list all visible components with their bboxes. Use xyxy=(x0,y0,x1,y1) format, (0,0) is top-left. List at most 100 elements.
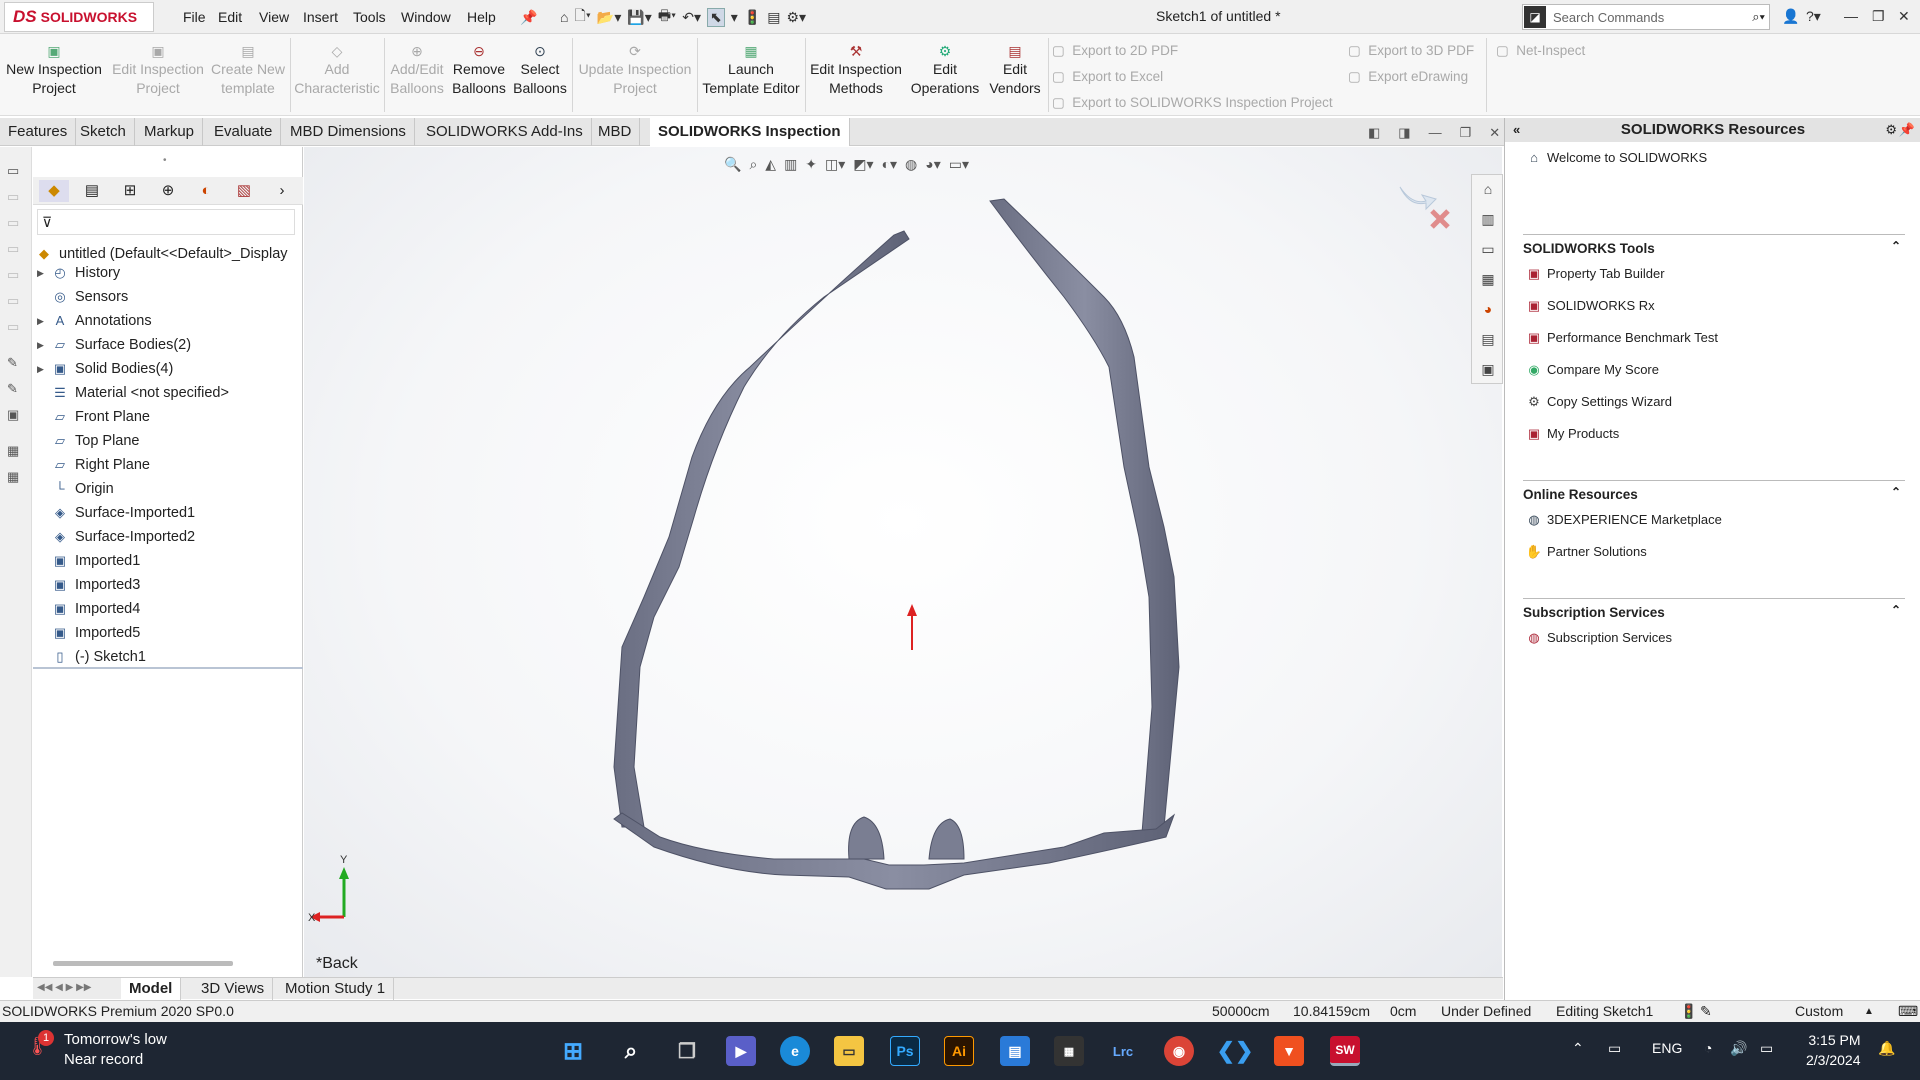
add-characteristic-button[interactable]: ◇ Add Characteristic xyxy=(294,42,380,98)
menu-file[interactable]: File xyxy=(183,9,206,25)
wifi-icon[interactable]: ◔ xyxy=(1704,1040,1712,1056)
show-hidden-icons-chevron-icon[interactable]: ⌃ xyxy=(1572,1040,1584,1057)
edit-sketch-icon[interactable]: ✎ xyxy=(7,355,25,371)
tab-scroll-arrows-icon[interactable]: ◀◀ ◀ ▶ ▶▶ xyxy=(37,982,91,993)
display-icon[interactable]: ▣ xyxy=(7,407,25,423)
tab-mbd-dimensions[interactable]: MBD Dimensions xyxy=(282,118,415,146)
add-edit-balloons-button[interactable]: ⊕ Add/Edit Balloons xyxy=(388,42,446,98)
calendar-app-icon[interactable]: ▦ xyxy=(1054,1036,1084,1066)
glasses-model[interactable] xyxy=(304,147,1502,977)
expand-arrow-icon[interactable]: ▶ xyxy=(37,310,49,332)
user-icon[interactable]: 👤 xyxy=(1782,8,1799,25)
menu-insert[interactable]: Insert xyxy=(303,9,338,25)
welcome-link[interactable]: ⌂ Welcome to SOLIDWORKS xyxy=(1525,148,1707,168)
online-3dexperience-marketplace[interactable]: ◍ 3DEXPERIENCE Marketplace xyxy=(1525,510,1722,530)
edge-browser-icon[interactable]: e xyxy=(780,1036,810,1066)
volume-icon[interactable]: 🔊 xyxy=(1730,1040,1747,1057)
expand-arrow-icon[interactable]: ▶ xyxy=(37,334,49,356)
menu-window[interactable]: Window xyxy=(401,9,451,25)
tab-motion-study-1[interactable]: Motion Study 1 xyxy=(277,978,395,1000)
illustrator-icon[interactable]: Ai xyxy=(944,1036,974,1066)
select-icon[interactable]: ⬉ xyxy=(707,7,725,27)
file-properties-icon[interactable]: ▤ xyxy=(767,9,780,26)
viewport-restore-icon[interactable]: ❐ xyxy=(1460,125,1472,141)
configuration-tab-icon[interactable]: ⊞ xyxy=(115,180,145,202)
lightroom-classic-icon[interactable]: Lrc xyxy=(1108,1036,1138,1066)
tab-solidworks-inspection[interactable]: SOLIDWORKS Inspection xyxy=(650,118,850,146)
notifications-bell-icon[interactable]: 🔔 xyxy=(1878,1040,1895,1057)
horizontal-scrollbar[interactable] xyxy=(53,961,233,966)
edit-vendors-button[interactable]: ▤ Edit Vendors xyxy=(984,42,1046,98)
tool-solidworks-rx[interactable]: ▣ SOLIDWORKS Rx xyxy=(1525,296,1655,316)
menu-view[interactable]: View xyxy=(259,9,289,25)
search-input[interactable]: Search Commands xyxy=(1553,10,1752,25)
minimize-icon[interactable]: — xyxy=(1844,8,1858,24)
tab-3d-views[interactable]: 3D Views xyxy=(193,978,274,1000)
graphics-area[interactable]: 🔍 ⌕ ◭ ▥ ✦ ◫▾ ◩▾ ◐▾ ◍ ◕▾ ▭▾ ◧ ◨ — ❐ ✕ X Y… xyxy=(304,125,1502,977)
export-sw-inspection-button[interactable]: ▢ Export to SOLIDWORKS Inspection Projec… xyxy=(1052,95,1333,111)
select-dropdown-icon[interactable]: ▾ xyxy=(731,9,738,26)
expand-arrow-icon[interactable]: ▶ xyxy=(37,358,49,380)
menu-tools[interactable]: Tools xyxy=(353,9,386,25)
update-inspection-project-button[interactable]: ⟳ Update Inspection Project xyxy=(576,42,694,98)
tree-root[interactable]: ◆ untitled (Default<<Default>_Display xyxy=(33,243,303,265)
rebuild-status-icon[interactable]: 🚦 xyxy=(1680,1001,1697,1022)
tree-filter[interactable]: ⊽ xyxy=(37,209,295,235)
section-solidworks-tools[interactable]: SOLIDWORKS Tools ⌃ xyxy=(1523,234,1905,256)
restore-icon[interactable]: ❐ xyxy=(1872,8,1885,25)
search-commands-box[interactable]: ◪ Search Commands ⌕▾ xyxy=(1522,4,1770,30)
online-partner-solutions[interactable]: ✋ Partner Solutions xyxy=(1525,542,1647,562)
export-3d-pdf-button[interactable]: ▢ Export to 3D PDF xyxy=(1348,43,1474,59)
edit-inspection-methods-button[interactable]: ⚒ Edit Inspection Methods xyxy=(808,42,904,98)
export-2d-pdf-button[interactable]: ▢ Export to 2D PDF xyxy=(1052,43,1178,59)
launch-template-editor-button[interactable]: ▦ Launch Template Editor xyxy=(700,42,802,98)
search-taskbar-icon[interactable]: ⌕ xyxy=(616,1036,646,1066)
panel-grip-icon[interactable]: • xyxy=(163,155,167,166)
tool-icon-3[interactable]: ▭ xyxy=(7,215,25,231)
layers-icon[interactable]: ▦ xyxy=(7,443,25,459)
close-icon[interactable]: ✕ xyxy=(1898,8,1910,25)
system-clock[interactable]: 3:15 PM 2/3/2024 xyxy=(1806,1030,1861,1070)
export-excel-button[interactable]: ▢ Export to Excel xyxy=(1052,69,1163,85)
display-manager-tab-icon[interactable]: ◐ xyxy=(191,180,221,202)
collapse-chevron-icon[interactable]: ⌃ xyxy=(1891,485,1901,499)
sketch-tool-icon[interactable]: ▭ xyxy=(7,163,25,179)
forum-icon[interactable]: ▣ xyxy=(1478,361,1498,381)
tool-icon-7[interactable]: ▭ xyxy=(7,319,25,335)
help-icon[interactable]: ?▾ xyxy=(1806,8,1821,25)
rebuild-icon[interactable]: 🚦 xyxy=(744,9,761,26)
home-icon[interactable]: ⌂ xyxy=(560,9,568,25)
collapse-pane-icon[interactable]: « xyxy=(1513,118,1520,142)
more-tabs-chevron-icon[interactable]: › xyxy=(267,180,297,202)
expand-arrow-icon[interactable]: ▶ xyxy=(37,262,49,284)
tab-sketch[interactable]: Sketch xyxy=(72,118,135,146)
network-icon[interactable]: ▭ xyxy=(1608,1040,1621,1057)
expand-view-icon[interactable]: ◨ xyxy=(1398,125,1410,141)
menu-help[interactable]: Help xyxy=(467,9,496,25)
tab-model[interactable]: Model xyxy=(121,978,182,1000)
subscription-services-link[interactable]: ◍ Subscription Services xyxy=(1525,628,1672,648)
view-palette-icon[interactable]: ▦ xyxy=(1478,271,1498,291)
viewport-close-icon[interactable]: ✕ xyxy=(1489,125,1500,141)
tab-mbd[interactable]: MBD xyxy=(590,118,641,146)
windows-start-icon[interactable]: ⊞ xyxy=(558,1036,588,1066)
undo-icon[interactable]: ↶▾ xyxy=(682,9,701,26)
layers-icon-2[interactable]: ▦ xyxy=(7,469,25,485)
create-new-template-button[interactable]: ▤ Create New template xyxy=(208,42,288,98)
tool-copy-settings-wizard[interactable]: ⚙ Copy Settings Wizard xyxy=(1525,392,1672,412)
section-online-resources[interactable]: Online Resources ⌃ xyxy=(1523,480,1905,502)
open-icon[interactable]: 📂▾ xyxy=(597,9,621,26)
tab-solidworks-addins[interactable]: SOLIDWORKS Add-Ins xyxy=(418,118,592,146)
options-gear-icon[interactable]: ⚙▾ xyxy=(786,9,806,26)
file-explorer-icon[interactable]: ▭ xyxy=(1478,241,1498,261)
appearances-icon[interactable]: ◕ xyxy=(1478,301,1498,321)
battery-icon[interactable]: ▭ xyxy=(1760,1040,1773,1057)
collapse-chevron-icon[interactable]: ⌃ xyxy=(1891,603,1901,617)
design-library-icon[interactable]: ▥ xyxy=(1478,211,1498,231)
menu-edit[interactable]: Edit xyxy=(218,9,242,25)
sketch-edit-icon[interactable]: ✎ xyxy=(7,381,25,397)
new-inspection-project-button[interactable]: ▣ New Inspection Project xyxy=(6,42,102,98)
edit-inspection-project-button[interactable]: ▣ Edit Inspection Project xyxy=(110,42,206,98)
units-chevron-icon[interactable]: ▲ xyxy=(1864,1001,1874,1022)
photoshop-icon[interactable]: Ps xyxy=(890,1036,920,1066)
